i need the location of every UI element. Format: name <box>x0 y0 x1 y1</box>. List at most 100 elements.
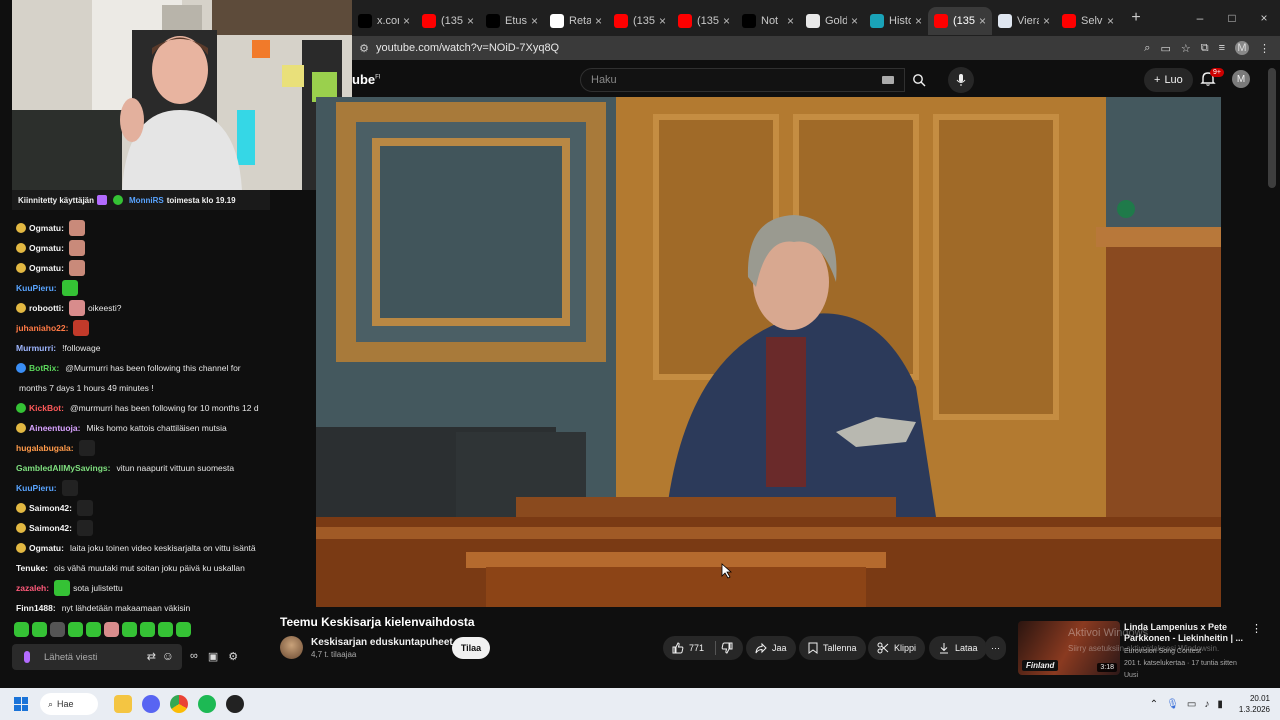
emoji-icon[interactable]: ☺ <box>162 649 174 663</box>
media-control-icon[interactable]: ≡ <box>1219 42 1225 54</box>
emote-1-icon[interactable] <box>14 622 29 637</box>
chat-username[interactable]: zazaleh: <box>16 583 49 593</box>
browser-tab[interactable]: (135) × <box>608 7 672 35</box>
emote-10-icon[interactable] <box>176 622 191 637</box>
network-icon[interactable]: ▭ <box>1187 699 1196 710</box>
share-button[interactable]: Jaa <box>746 636 796 660</box>
zoom-icon[interactable]: ⌕ <box>1144 42 1150 55</box>
profile-avatar[interactable]: M <box>1235 41 1249 55</box>
points-icon[interactable]: ∞ <box>190 650 198 663</box>
save-button[interactable]: Tallenna <box>799 636 866 660</box>
chrome-icon[interactable] <box>170 695 188 713</box>
tray-mic-icon[interactable]: 🎙 <box>1166 699 1179 710</box>
site-info-icon[interactable]: ⚙ <box>354 42 374 55</box>
clip-button[interactable]: Klippi <box>868 636 926 660</box>
close-tab-icon[interactable]: × <box>1043 14 1050 28</box>
close-tab-icon[interactable]: × <box>1107 14 1114 28</box>
emote-5-icon[interactable] <box>86 622 101 637</box>
close-tab-icon[interactable]: × <box>595 14 602 28</box>
volume-icon[interactable]: ♪ <box>1204 699 1209 710</box>
maximize-icon[interactable]: □ <box>1216 11 1248 25</box>
chat-username[interactable]: GambledAllMySavings: <box>16 463 110 473</box>
like-dislike-button[interactable]: 771 <box>663 636 743 660</box>
bookmark-star-icon[interactable]: ☆ <box>1181 42 1191 55</box>
keyboard-icon[interactable] <box>882 76 894 84</box>
emote-9-icon[interactable] <box>158 622 173 637</box>
url-text[interactable]: youtube.com/watch?v=NOiD-7Xyq8Q <box>376 42 559 54</box>
pinned-user[interactable]: MonniRS <box>129 196 164 205</box>
download-button[interactable]: Lataa <box>929 636 987 660</box>
chat-username[interactable]: KuuPieru: <box>16 483 57 493</box>
voice-search-button[interactable] <box>948 67 974 93</box>
recommended-more-icon[interactable]: ⋮ <box>1251 622 1262 635</box>
close-tab-icon[interactable]: × <box>467 14 474 28</box>
youtube-logo[interactable]: ubeFI <box>352 72 380 87</box>
close-tab-icon[interactable]: × <box>659 14 666 28</box>
emote-6-icon[interactable] <box>104 622 119 637</box>
chat-username[interactable]: juhaniaho22: <box>16 323 68 333</box>
browser-tab[interactable]: Etusi × <box>480 7 544 35</box>
browser-tab[interactable]: (135) × <box>672 7 736 35</box>
video-player[interactable] <box>316 97 1221 607</box>
close-tab-icon[interactable]: × <box>403 14 410 28</box>
browser-tab[interactable]: (135) × <box>928 7 992 35</box>
chat-username[interactable]: Ogmatu: <box>29 223 64 233</box>
chat-username[interactable]: Saimon42: <box>29 503 72 513</box>
obs-icon[interactable] <box>226 695 244 713</box>
file-explorer-icon[interactable] <box>114 695 132 713</box>
browser-tab[interactable]: Histo × <box>864 7 928 35</box>
search-button[interactable] <box>905 68 933 92</box>
more-actions-button[interactable]: ⋯ <box>985 636 1006 660</box>
start-button-icon[interactable] <box>14 697 28 711</box>
store-icon[interactable]: ▣ <box>208 650 218 663</box>
subscribe-button[interactable]: Tilaa <box>452 637 490 659</box>
chat-input[interactable]: Lähetä viesti ⇄ ☺ <box>12 644 182 670</box>
new-tab-button[interactable]: + <box>1124 9 1148 27</box>
translate-icon[interactable]: ⇄ <box>147 650 156 663</box>
channel-name[interactable]: Keskisarjan eduskuntapuheet <box>311 637 453 648</box>
emote-3-icon[interactable] <box>50 622 65 637</box>
tray-chevron-icon[interactable]: ⌃ <box>1150 699 1158 710</box>
browser-tab[interactable]: Selvi × <box>1056 7 1120 35</box>
chat-username[interactable]: Ogmatu: <box>29 543 64 553</box>
chat-username[interactable]: BotRix: <box>29 363 59 373</box>
chat-username[interactable]: KuuPieru: <box>16 283 57 293</box>
browser-tab[interactable]: Retai × <box>544 7 608 35</box>
emote-7-icon[interactable] <box>122 622 137 637</box>
cast-icon[interactable]: ▭ <box>1160 42 1170 55</box>
extensions-icon[interactable]: ⧉ <box>1201 42 1209 55</box>
discord-icon[interactable] <box>142 695 160 713</box>
close-window-icon[interactable]: × <box>1248 11 1280 25</box>
channel-avatar[interactable] <box>280 636 303 659</box>
clock[interactable]: 20.01 1.3.2026 <box>1239 693 1270 715</box>
chat-username[interactable]: Saimon42: <box>29 523 72 533</box>
search-input[interactable]: Haku <box>580 68 905 92</box>
chat-username[interactable]: Murmurri: <box>16 343 56 353</box>
chat-username[interactable]: Finn1488: <box>16 603 56 613</box>
taskbar-search[interactable]: ⌕ Hae <box>40 693 98 715</box>
close-tab-icon[interactable]: × <box>851 14 858 28</box>
browser-tab[interactable]: Viera × <box>992 7 1056 35</box>
chat-username[interactable]: Aineentuoja: <box>29 423 80 433</box>
create-button[interactable]: + Luo <box>1144 68 1193 92</box>
close-tab-icon[interactable]: × <box>531 14 538 28</box>
close-tab-icon[interactable]: × <box>979 14 986 28</box>
close-tab-icon[interactable]: × <box>787 14 794 28</box>
chat-username[interactable]: Tenuke: <box>16 563 48 573</box>
chat-username[interactable]: Ogmatu: <box>29 263 64 273</box>
chat-username[interactable]: Ogmatu: <box>29 243 64 253</box>
spotify-icon[interactable] <box>198 695 216 713</box>
browser-menu-icon[interactable]: ⋮ <box>1259 42 1270 55</box>
emote-2-icon[interactable] <box>32 622 47 637</box>
browser-tab[interactable]: (135) × <box>416 7 480 35</box>
browser-tab[interactable]: Not × <box>736 7 800 35</box>
chat-username[interactable]: KickBot: <box>29 403 64 413</box>
chat-username[interactable]: robootti: <box>29 303 64 313</box>
browser-tab[interactable]: x.com × <box>352 7 416 35</box>
chat-username[interactable]: hugalabugala: <box>16 443 74 453</box>
emote-8-icon[interactable] <box>140 622 155 637</box>
battery-icon[interactable]: ▮ <box>1217 699 1223 710</box>
browser-tab[interactable]: Gold × <box>800 7 864 35</box>
close-tab-icon[interactable]: × <box>723 14 730 28</box>
emote-4-icon[interactable] <box>68 622 83 637</box>
